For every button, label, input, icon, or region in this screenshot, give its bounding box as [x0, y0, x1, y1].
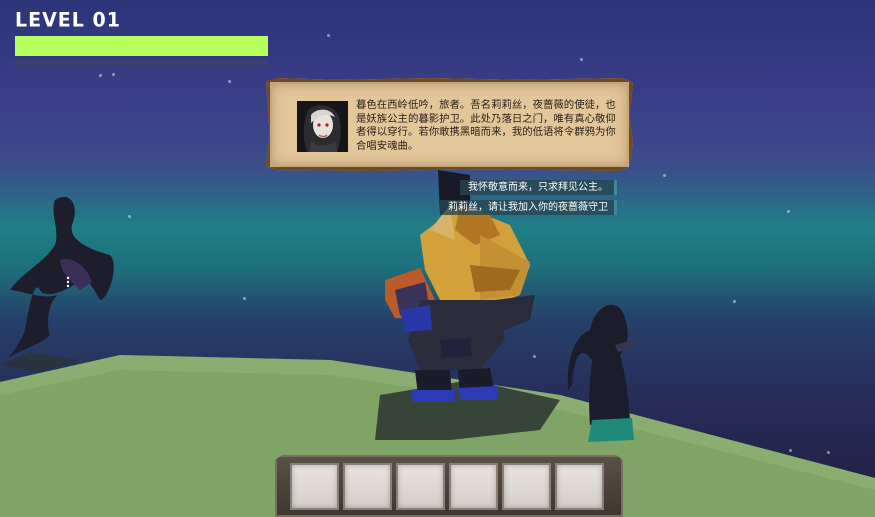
- npc-portrait: [297, 101, 348, 152]
- game-scene: LEVEL 01 暮色在西岭低吟，旅者。吾名莉莉丝，夜蔷薇的使徒，也是妖族公主的…: [0, 0, 875, 517]
- inventory-slot-2[interactable]: [343, 463, 392, 510]
- inventory-slot-1[interactable]: [290, 463, 339, 510]
- inventory-slot-3[interactable]: [396, 463, 445, 510]
- stamina-bar: [15, 61, 268, 65]
- terrain: [0, 170, 875, 517]
- npc-sorceress-left[interactable]: [8, 196, 114, 358]
- npc-dialog-box: 暮色在西岭低吟，旅者。吾名莉莉丝，夜蔷薇的使徒，也是妖族公主的暮影护卫。此处乃落…: [266, 78, 633, 171]
- health-bar: [15, 36, 268, 56]
- inventory-bar: [275, 455, 623, 517]
- level-label: LEVEL 01: [15, 8, 121, 32]
- inventory-slot-4[interactable]: [449, 463, 498, 510]
- inventory-slot-6[interactable]: [555, 463, 604, 510]
- dialog-choice-2[interactable]: 莉莉丝，请让我加入你的夜蔷薇守卫: [440, 200, 617, 215]
- dialog-choice-1[interactable]: 我怀敬意而来，只求拜见公主。: [460, 180, 617, 195]
- health-bar-fill: [15, 36, 268, 56]
- dialog-text: 暮色在西岭低吟，旅者。吾名莉莉丝，夜蔷薇的使徒，也是妖族公主的暮影护卫。此处乃落…: [356, 99, 616, 152]
- inventory-slot-5[interactable]: [502, 463, 551, 510]
